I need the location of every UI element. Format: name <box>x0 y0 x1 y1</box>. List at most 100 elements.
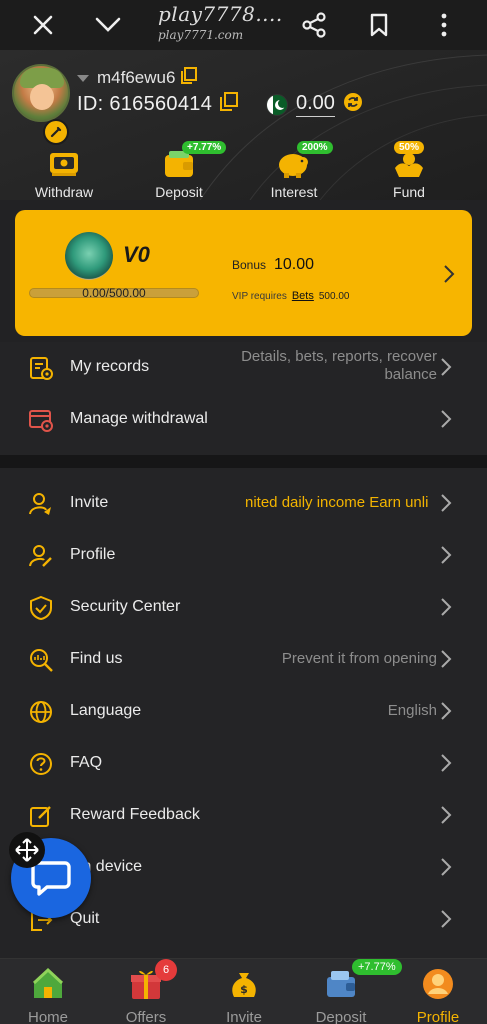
fund-label: Fund <box>393 184 425 200</box>
site-title: play7778.... <box>158 2 283 26</box>
tab-label: Home <box>27 1009 68 1024</box>
menu-label: FAQ <box>70 754 103 771</box>
menu-item-my-records[interactable]: My records Details, bets, reports, recov… <box>0 342 487 394</box>
tab-label: Offers <box>125 1009 167 1024</box>
chevron-right-icon <box>440 856 452 883</box>
tab-label: Deposit <box>315 1009 367 1024</box>
tab-label: Invite <box>226 1009 262 1024</box>
section-divider <box>0 455 487 468</box>
home-icon <box>29 965 67 1003</box>
menu-label: Invite <box>70 494 109 511</box>
deposit-tab-promo-badge: +7.77% <box>352 959 402 975</box>
username: m4f6ewu6 <box>97 68 176 87</box>
profile-edit-icon <box>28 543 54 569</box>
menu-label: Profile <box>70 546 116 563</box>
chevron-right-icon <box>440 648 452 675</box>
wallet-balance: 0.00 <box>296 92 335 117</box>
menu-item-language[interactable]: Language English <box>0 686 487 738</box>
chevron-right-icon <box>440 544 452 571</box>
vip-progress-text: 0.00/500.00 <box>82 286 146 300</box>
refresh-balance-icon[interactable] <box>343 92 363 117</box>
username-row: m4f6ewu6 <box>77 67 198 89</box>
edit-note-icon <box>28 803 54 829</box>
withdrawal-settings-icon <box>28 407 54 433</box>
menu-label: Find us <box>70 650 123 667</box>
menu-label: Reward Feedback <box>70 806 200 823</box>
chevron-right-icon <box>440 596 452 623</box>
interest-label: Interest <box>270 184 318 200</box>
chevron-right-icon <box>440 408 452 435</box>
withdraw-label: Withdraw <box>34 184 94 200</box>
bonus-value: 10.00 <box>274 256 315 273</box>
tab-invite[interactable]: $ Invite <box>204 965 284 1024</box>
menu-label: Security Center <box>70 598 181 615</box>
interest-action[interactable]: 200% Interest <box>249 141 339 200</box>
edit-avatar-icon[interactable] <box>43 119 69 145</box>
withdraw-icon <box>44 148 84 180</box>
chevron-right-icon <box>440 356 452 383</box>
tab-home[interactable]: Home <box>8 965 88 1024</box>
balance-row: 0.00 <box>266 92 363 117</box>
menu-label: My records <box>70 358 150 375</box>
deposit-action[interactable]: +7.77% Deposit <box>134 141 227 200</box>
menu-hint: Details, bets, reports, recover balance <box>241 348 437 383</box>
menu-item-find-us[interactable]: Find us Prevent it from opening <box>0 634 487 686</box>
bonus-label: Bonus <box>232 258 267 272</box>
menu-item-profile[interactable]: Profile <box>0 530 487 582</box>
profile-header: m4f6ewu6 ID: 616560414 0.00 Withdraw +7.… <box>0 50 487 200</box>
vip-requires-label: VIP requires <box>232 291 287 302</box>
menu-item-invite[interactable]: Invite nited daily income Earn unli <box>0 478 487 530</box>
more-menu-icon[interactable] <box>425 6 463 44</box>
chevron-right-icon <box>440 700 452 727</box>
user-id-row: ID: 616560414 <box>77 92 239 116</box>
dropdown-caret-icon[interactable] <box>77 74 89 82</box>
copy-username-icon[interactable] <box>181 67 198 89</box>
offers-notification-badge: 6 <box>155 959 177 981</box>
chevron-right-icon <box>440 492 452 519</box>
bottom-tab-bar: Home Offers 6 $ Invite Deposit +7.77% Pr… <box>0 958 487 1024</box>
chevron-right-icon <box>440 908 452 935</box>
close-icon[interactable] <box>24 6 62 44</box>
menu-item-faq[interactable]: FAQ <box>0 738 487 790</box>
invite-marquee: nited daily income Earn unli <box>245 494 429 511</box>
quick-actions: Withdraw +7.77% Deposit 200% Interest 50… <box>0 141 487 200</box>
bets-link[interactable]: Bets <box>292 290 314 302</box>
menu-label: Manage withdrawal <box>70 410 208 427</box>
drag-handle-icon[interactable] <box>9 832 45 868</box>
chevron-down-icon[interactable] <box>89 6 127 44</box>
current-language: English <box>387 702 437 719</box>
browser-toolbar: play7778.... play7771.com <box>0 0 487 50</box>
fund-promo-badge: 50% <box>394 141 425 154</box>
withdraw-action[interactable]: Withdraw <box>19 148 109 200</box>
vip-level: V0 <box>123 242 150 267</box>
svg-text:$: $ <box>240 983 248 996</box>
invite-icon <box>28 491 54 517</box>
fund-action[interactable]: 50% Fund <box>364 141 454 200</box>
menu-label: Quit <box>70 910 100 927</box>
chevron-right-icon <box>440 804 452 831</box>
records-group: My records Details, bets, reports, recov… <box>0 342 487 455</box>
deposit-promo-badge: +7.77% <box>182 141 227 154</box>
shield-icon <box>28 595 54 621</box>
chevron-right-icon[interactable] <box>443 264 455 289</box>
user-id: ID: 616560414 <box>77 92 213 115</box>
profile-icon <box>419 965 457 1003</box>
menu-label: Language <box>70 702 142 719</box>
vip-card[interactable]: V0 0.00/500.00 Bonus 10.00 VIP requires … <box>15 210 472 336</box>
money-bag-icon: $ <box>225 965 263 1003</box>
menu-item-reward-feedback[interactable]: Reward Feedback <box>0 790 487 842</box>
tab-label: Profile <box>416 1009 460 1024</box>
deposit-label: Deposit <box>155 184 203 200</box>
bookmark-icon[interactable] <box>360 6 398 44</box>
menu-hint: Prevent it from opening <box>281 650 437 667</box>
pakistan-flag-icon <box>266 93 288 116</box>
copy-id-icon[interactable] <box>220 92 239 116</box>
avatar[interactable] <box>12 64 70 122</box>
site-url: play7771.com <box>158 28 244 42</box>
share-icon[interactable] <box>295 6 333 44</box>
records-icon <box>28 355 54 381</box>
search-icon <box>28 647 54 673</box>
menu-item-security-center[interactable]: Security Center <box>0 582 487 634</box>
menu-item-manage-withdrawal[interactable]: Manage withdrawal <box>0 394 487 446</box>
tab-profile[interactable]: Profile <box>398 965 478 1024</box>
